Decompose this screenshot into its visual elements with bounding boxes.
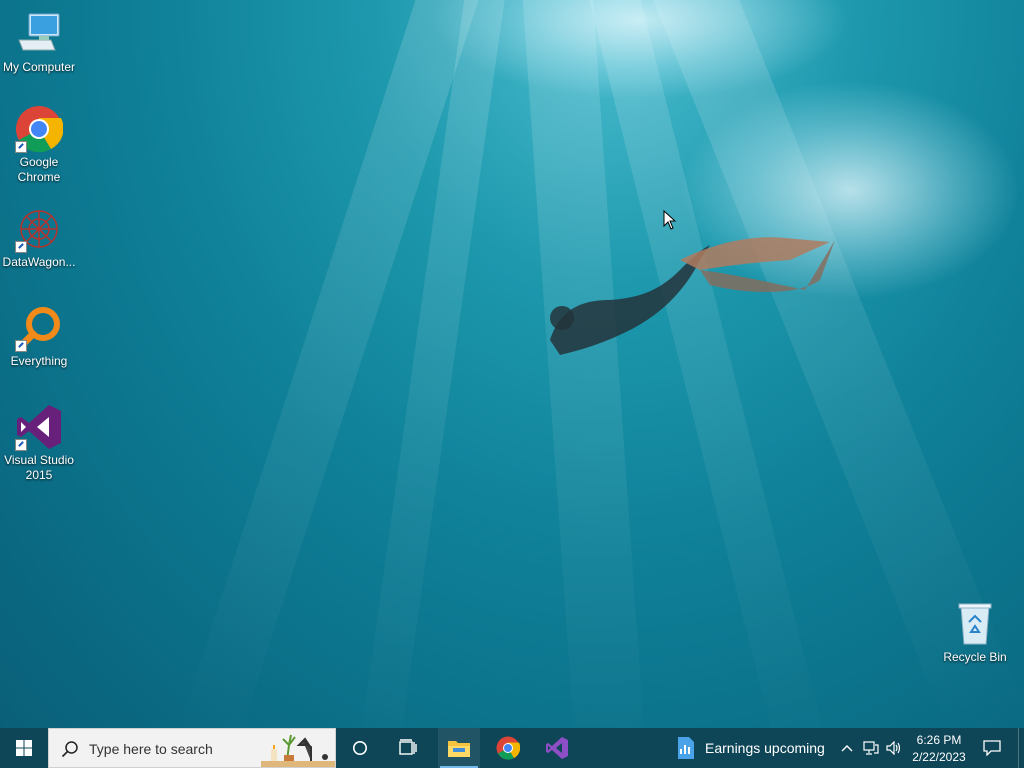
shortcut-arrow-icon [15, 141, 27, 153]
network-icon [863, 741, 879, 755]
show-desktop-button[interactable] [1018, 728, 1024, 768]
desktop-icon-recycle-bin[interactable]: Recycle Bin [936, 600, 1014, 665]
chrome-icon [15, 105, 64, 153]
desktop-icon-label: Everything [10, 354, 68, 368]
desktop-icon-label: Visual Studio 2015 [4, 453, 74, 482]
mouse-cursor-icon [663, 210, 677, 230]
stock-chart-icon [678, 737, 694, 759]
volume-button[interactable] [883, 728, 905, 768]
desktop-icon-google-chrome[interactable]: Google Chrome [0, 105, 78, 185]
desktop-icon-label: Google Chrome [17, 155, 61, 184]
taskbar-app-chrome[interactable] [487, 728, 529, 768]
clock-time: 6:26 PM [916, 732, 962, 747]
taskbar-app-file-explorer[interactable] [438, 728, 480, 768]
taskbar-search-box[interactable]: Type here to search [48, 728, 336, 768]
datawagon-icon [15, 205, 63, 253]
file-explorer-icon [448, 741, 470, 757]
clock-date: 2/22/2023 [912, 749, 966, 764]
news-widget[interactable]: Earnings upcoming [668, 728, 832, 768]
diver-image [550, 237, 835, 355]
desktop-icon-datawagon[interactable]: DataWagon... [0, 205, 78, 270]
windows-logo-icon [16, 740, 32, 756]
search-highlight-illustration-icon [261, 734, 335, 767]
chevron-up-icon [841, 745, 853, 752]
taskbar-app-visual-studio[interactable] [536, 728, 578, 768]
shortcut-arrow-icon [15, 241, 27, 253]
search-icon [61, 741, 78, 758]
clock[interactable]: 6:26 PM 2/22/2023 [906, 728, 972, 768]
everything-search-icon [15, 304, 63, 352]
recycle-bin-icon [951, 600, 999, 648]
speaker-icon [886, 741, 901, 755]
news-widget-text: Earnings upcoming [705, 740, 825, 756]
start-button[interactable] [0, 728, 48, 768]
task-view-button[interactable] [386, 728, 430, 768]
chrome-icon [496, 736, 520, 760]
computer-icon [15, 10, 63, 58]
task-view-icon [399, 739, 417, 755]
shortcut-arrow-icon [15, 439, 27, 451]
desktop-icon-label: My Computer [2, 60, 76, 74]
desktop-wallpaper: My Computer Google Chrome DataWagon... E… [0, 0, 1024, 728]
desktop-icon-label: DataWagon... [2, 255, 76, 269]
taskbar: Type here to search Earnings upcoming 6:… [0, 728, 1024, 768]
notification-icon [983, 740, 1001, 756]
network-button[interactable] [860, 728, 882, 768]
cortana-button[interactable] [338, 728, 382, 768]
desktop-icon-visual-studio[interactable]: Visual Studio 2015 [0, 403, 78, 483]
visual-studio-icon [546, 737, 568, 759]
desktop-icon-everything[interactable]: Everything [0, 304, 78, 369]
search-placeholder: Type here to search [89, 741, 213, 757]
desktop-icon-label: Recycle Bin [943, 650, 1007, 664]
action-center-button[interactable] [978, 728, 1006, 768]
visual-studio-icon [15, 403, 63, 451]
show-hidden-icons-button[interactable] [836, 728, 858, 768]
shortcut-arrow-icon [15, 340, 27, 352]
desktop-icon-my-computer[interactable]: My Computer [0, 10, 78, 75]
cortana-circle-icon [353, 741, 367, 755]
